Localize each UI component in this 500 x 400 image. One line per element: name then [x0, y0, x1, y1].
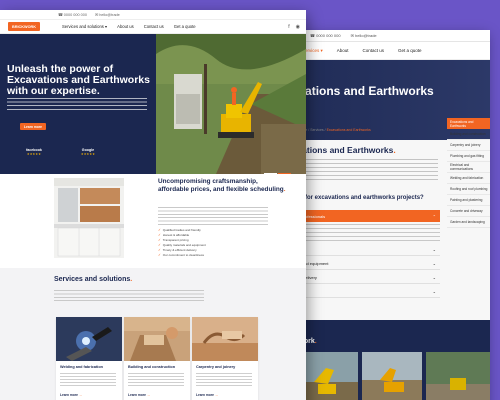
hero-description — [7, 98, 147, 112]
social-links: f ◉ — [288, 24, 300, 30]
email-info[interactable]: ✉ hello@trade — [95, 12, 120, 17]
learn-more-button[interactable]: Learn more — [20, 123, 46, 130]
facebook-icon[interactable]: f — [288, 24, 289, 30]
home-page: ☎ 0000 000 000 ✉ hello@trade BRICKWORK S… — [0, 10, 306, 400]
front-nav: BRICKWORK Services and solutions ▾ About… — [0, 20, 306, 34]
phone-info[interactable]: ☎ 0000 000 000 — [58, 12, 87, 17]
hero-photo — [156, 34, 306, 174]
hero-section: Unleash the power of Excavations and Ear… — [0, 34, 306, 184]
nav-menu: Services and solutions ▾ About us Contac… — [62, 24, 196, 29]
nav-services[interactable]: Services and solutions ▾ — [62, 24, 107, 29]
phone-info[interactable]: ☎ 0000 000 000 — [310, 33, 341, 38]
nav-quote[interactable]: Get a quote — [398, 48, 422, 53]
nav-contact[interactable]: Contact us — [144, 24, 164, 29]
email-info[interactable]: ✉ hello@trade — [351, 33, 377, 38]
hero-panel: Unleash the power of Excavations and Ear… — [0, 34, 156, 174]
front-topbar: ☎ 0000 000 000 ✉ hello@trade — [0, 10, 306, 20]
about-section — [0, 174, 306, 278]
google-review-badge[interactable]: Google ★★★★★ — [72, 148, 104, 156]
nav-about[interactable]: About us — [117, 24, 134, 29]
nav-contact[interactable]: Contact us — [363, 48, 385, 53]
facebook-review-badge[interactable]: facebook ★★★★★ — [18, 148, 50, 156]
review-badges: facebook ★★★★★ Google ★★★★★ — [18, 148, 104, 156]
nav-about[interactable]: About — [337, 48, 349, 53]
excavator-photo — [156, 34, 306, 174]
instagram-icon[interactable]: ◉ — [296, 24, 300, 30]
hero-title: Unleash the power of Excavations and Ear… — [7, 63, 150, 97]
brand-logo[interactable]: BRICKWORK — [8, 22, 40, 31]
star-rating: ★★★★★ — [80, 152, 96, 156]
star-rating: ★★★★★ — [26, 152, 42, 156]
nav-quote[interactable]: Get a quote — [174, 24, 196, 29]
